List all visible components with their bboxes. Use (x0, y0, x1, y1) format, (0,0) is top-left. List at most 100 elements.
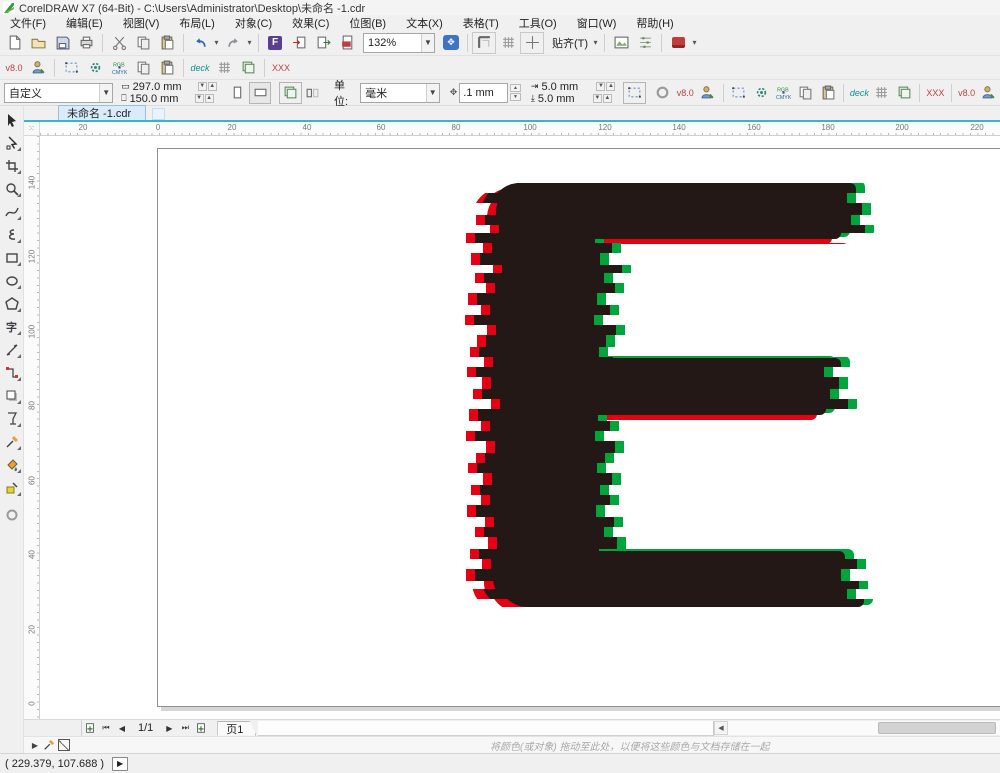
horizontal-scrollbar[interactable]: ◀ (713, 721, 1000, 736)
treat-as-filled-button[interactable] (623, 82, 645, 104)
outline-preview-button[interactable] (652, 82, 674, 104)
macro-copy-button[interactable] (131, 57, 155, 79)
menu-item-2[interactable]: 视图(V) (113, 15, 170, 31)
macro-user-button[interactable] (978, 82, 1000, 104)
first-page-button[interactable]: ⏮ (98, 721, 114, 736)
color-eyedropper-tool[interactable] (1, 431, 23, 452)
previous-page-button[interactable]: ◀ (114, 721, 130, 736)
portrait-button[interactable] (227, 82, 249, 104)
cut-button[interactable] (107, 32, 131, 54)
macro-version-button[interactable]: v8.0 (674, 82, 696, 104)
shape-tool[interactable] (1, 132, 23, 153)
zoom-level-combo[interactable]: 132% ▼ (363, 33, 435, 53)
palette-eyedropper-button[interactable] (42, 738, 56, 752)
menu-item-9[interactable]: 工具(O) (509, 15, 567, 31)
next-page-button[interactable]: ▶ (161, 721, 177, 736)
macro-gear-button[interactable] (750, 82, 772, 104)
page-tab[interactable]: 页1 (217, 721, 256, 736)
interactive-fill-tool[interactable] (1, 454, 23, 475)
page-height-spinner[interactable]: ▼▲ (195, 94, 214, 103)
menu-item-1[interactable]: 编辑(E) (56, 15, 113, 31)
vertical-ruler[interactable]: 140120100806040200 (24, 136, 40, 719)
chevron-down-icon[interactable]: ▼ (99, 84, 112, 102)
show-grid-button[interactable] (496, 32, 520, 54)
add-page-after-button[interactable] (193, 721, 209, 736)
smart-fill-tool[interactable] (1, 477, 23, 498)
drawing-canvas[interactable] (40, 136, 1000, 719)
freehand-tool[interactable] (1, 201, 23, 222)
new-tab-button[interactable] (152, 108, 165, 120)
menu-item-0[interactable]: 文件(F) (0, 15, 56, 31)
macro-rgb-cmyk-button[interactable] (772, 82, 794, 104)
transparency-tool[interactable] (1, 408, 23, 429)
landscape-button[interactable] (249, 82, 271, 104)
macro-deck-button[interactable]: deck (188, 57, 212, 79)
menu-item-4[interactable]: 对象(C) (225, 15, 282, 31)
drop-shadow-tool[interactable] (1, 385, 23, 406)
current-page-button[interactable] (302, 82, 324, 104)
zoom-tool[interactable] (1, 178, 23, 199)
page-height-field[interactable]: 150.0 mm (127, 93, 193, 104)
macro-grid-button[interactable] (212, 57, 236, 79)
new-document-button[interactable] (2, 32, 26, 54)
menu-item-8[interactable]: 表格(T) (453, 15, 509, 31)
units-combo[interactable]: 毫米 ▼ (360, 83, 440, 103)
palette-flyout-button[interactable]: ▶ (28, 738, 42, 752)
duplicate-y-spinner[interactable]: ▼▲ (593, 94, 612, 103)
macro-layers-button[interactable] (236, 57, 260, 79)
macro-selection-button[interactable] (59, 57, 83, 79)
macro-user-button[interactable] (696, 82, 718, 104)
duplicate-x-field[interactable]: 5.0 mm (538, 81, 594, 92)
macro-copy-button[interactable] (795, 82, 817, 104)
menu-item-5[interactable]: 效果(C) (282, 15, 339, 31)
glitch-letter-artwork[interactable] (488, 183, 854, 607)
macro-xxx-button[interactable]: XXX (924, 82, 946, 104)
undo-button[interactable] (188, 32, 212, 54)
macro-rgb-cmyk-button[interactable] (107, 57, 131, 79)
polygon-tool[interactable] (1, 293, 23, 314)
connector-tool[interactable] (1, 362, 23, 383)
artistic-media-tool[interactable] (1, 224, 23, 245)
import-button[interactable] (287, 32, 311, 54)
outline-tool[interactable] (1, 504, 23, 525)
duplicate-y-field[interactable]: 5.0 mm (535, 93, 591, 104)
snap-to-label[interactable]: 贴齐(T) (552, 35, 588, 51)
scrollbar-thumb[interactable] (878, 722, 996, 734)
macro-grid-button[interactable] (871, 82, 893, 104)
export-button[interactable] (311, 32, 335, 54)
menu-item-6[interactable]: 位图(B) (339, 15, 396, 31)
macro-paste-button[interactable] (155, 57, 179, 79)
add-page-before-button[interactable] (82, 721, 98, 736)
pick-tool[interactable] (1, 109, 23, 130)
page-width-spinner[interactable]: ▼▲ (198, 82, 217, 91)
chevron-down-icon[interactable]: ▼ (421, 34, 434, 52)
page-preset-combo[interactable]: 自定义 ▼ (4, 83, 113, 103)
macro-paste-button[interactable] (817, 82, 839, 104)
duplicate-x-spinner[interactable]: ▼▲ (596, 82, 615, 91)
menu-item-10[interactable]: 窗口(W) (567, 15, 627, 31)
publish-pdf-button[interactable] (335, 32, 359, 54)
show-guidelines-button[interactable] (520, 32, 544, 54)
snap-to-dropdown[interactable]: ▾ (591, 38, 600, 47)
status-expand-button[interactable]: ▶ (112, 757, 128, 771)
zoom-fit-button[interactable]: ✥ (439, 32, 463, 54)
application-launcher-button[interactable] (666, 32, 690, 54)
macro-layers-button[interactable] (893, 82, 915, 104)
menu-item-3[interactable]: 布局(L) (169, 15, 224, 31)
macro-deck-button[interactable]: deck (848, 82, 870, 104)
document-tab[interactable]: 未命名 -1.cdr (58, 105, 146, 120)
ruler-origin-button[interactable]: ⁙ (24, 122, 40, 136)
settings-button[interactable] (633, 32, 657, 54)
macro-xxx-button[interactable]: XXX (269, 57, 293, 79)
macro-gear-button[interactable] (83, 57, 107, 79)
macro-user-button[interactable] (26, 57, 50, 79)
last-page-button[interactable]: ⏭ (177, 721, 193, 736)
scroll-left-button[interactable]: ◀ (714, 721, 728, 735)
redo-dropdown[interactable]: ▾ (245, 38, 254, 47)
show-rulers-button[interactable] (472, 32, 496, 54)
chevron-down-icon[interactable]: ▼ (426, 84, 439, 102)
scrollbar-track[interactable] (728, 721, 1000, 735)
save-button[interactable] (50, 32, 74, 54)
print-button[interactable] (74, 32, 98, 54)
menu-item-11[interactable]: 帮助(H) (626, 15, 683, 31)
